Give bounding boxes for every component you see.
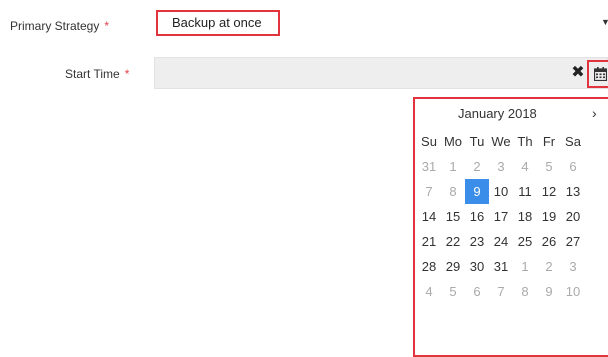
day-cell[interactable]: 4 bbox=[513, 154, 537, 179]
day-cell[interactable]: 8 bbox=[513, 279, 537, 304]
day-cell[interactable]: 5 bbox=[441, 279, 465, 304]
day-cell[interactable]: 5 bbox=[537, 154, 561, 179]
day-cell[interactable]: 6 bbox=[465, 279, 489, 304]
day-cell[interactable]: 26 bbox=[537, 229, 561, 254]
day-cell[interactable]: 31 bbox=[417, 154, 441, 179]
day-cell[interactable]: 1 bbox=[513, 254, 537, 279]
weekday-header: Mo bbox=[443, 134, 463, 149]
day-cell[interactable]: 27 bbox=[561, 229, 585, 254]
day-cell[interactable]: 4 bbox=[417, 279, 441, 304]
start-time-input[interactable]: ✖ bbox=[154, 57, 608, 89]
day-cell[interactable]: 7 bbox=[489, 279, 513, 304]
day-cell[interactable]: 24 bbox=[489, 229, 513, 254]
weekday-header: Sa bbox=[565, 134, 581, 149]
calendar-grid: Su Mo Tu We Th Fr Sa 31 1 2 3 4 5 6 7 8 9 10 11 12 13 14 15 16 1… bbox=[417, 129, 585, 304]
day-cell[interactable]: 7 bbox=[417, 179, 441, 204]
required-mark: * bbox=[124, 67, 130, 81]
day-cell[interactable]: 21 bbox=[417, 229, 441, 254]
day-cell[interactable]: 19 bbox=[537, 204, 561, 229]
day-cell[interactable]: 13 bbox=[561, 179, 585, 204]
day-cell[interactable]: 15 bbox=[441, 204, 465, 229]
day-cell[interactable]: 6 bbox=[561, 154, 585, 179]
day-cell[interactable]: 22 bbox=[441, 229, 465, 254]
primary-strategy-label-text: Primary Strategy bbox=[10, 19, 100, 33]
day-cell[interactable]: 31 bbox=[489, 254, 513, 279]
required-mark: * bbox=[104, 19, 110, 33]
day-cell[interactable]: 11 bbox=[513, 179, 537, 204]
selected-day-cell[interactable]: 9 bbox=[465, 179, 489, 204]
day-cell[interactable]: 10 bbox=[561, 279, 585, 304]
day-cell[interactable]: 10 bbox=[489, 179, 513, 204]
next-month-button[interactable]: › bbox=[592, 105, 597, 121]
datepicker-header: January 2018 › bbox=[415, 103, 608, 125]
start-time-label-text: Start Time bbox=[65, 67, 120, 81]
weekday-header: Th bbox=[517, 134, 533, 149]
day-cell[interactable]: 29 bbox=[441, 254, 465, 279]
calendar-icon bbox=[594, 67, 607, 81]
month-title[interactable]: January 2018 bbox=[458, 106, 537, 121]
day-cell[interactable]: 3 bbox=[489, 154, 513, 179]
day-cell[interactable]: 12 bbox=[537, 179, 561, 204]
primary-strategy-selected-value[interactable]: Backup at once bbox=[156, 10, 280, 36]
day-cell[interactable]: 25 bbox=[513, 229, 537, 254]
day-cell[interactable]: 30 bbox=[465, 254, 489, 279]
day-cell[interactable]: 2 bbox=[537, 254, 561, 279]
day-cell[interactable]: 23 bbox=[465, 229, 489, 254]
caret-down-icon[interactable]: ▼ bbox=[601, 17, 608, 27]
day-cell[interactable]: 14 bbox=[417, 204, 441, 229]
day-cell[interactable]: 1 bbox=[441, 154, 465, 179]
day-cell[interactable]: 18 bbox=[513, 204, 537, 229]
day-cell[interactable]: 8 bbox=[441, 179, 465, 204]
weekday-header: Tu bbox=[469, 134, 485, 149]
day-cell[interactable]: 2 bbox=[465, 154, 489, 179]
day-cell[interactable]: 28 bbox=[417, 254, 441, 279]
day-cell[interactable]: 9 bbox=[537, 279, 561, 304]
primary-strategy-select[interactable]: Backup at once ▼ bbox=[154, 6, 608, 40]
day-cell[interactable]: 17 bbox=[489, 204, 513, 229]
weekday-header: Fr bbox=[542, 134, 556, 149]
calendar-button[interactable] bbox=[587, 60, 608, 88]
weekday-header: We bbox=[491, 134, 511, 149]
day-cell[interactable]: 3 bbox=[561, 254, 585, 279]
datepicker-popup: January 2018 › Su Mo Tu We Th Fr Sa 31 1 2 3 4 5 6 7 8 9… bbox=[413, 97, 608, 357]
day-cell[interactable]: 16 bbox=[465, 204, 489, 229]
start-time-label: Start Time * bbox=[65, 67, 129, 81]
primary-strategy-label: Primary Strategy * bbox=[10, 19, 109, 33]
weekday-header: Su bbox=[421, 134, 437, 149]
day-cell[interactable]: 20 bbox=[561, 204, 585, 229]
